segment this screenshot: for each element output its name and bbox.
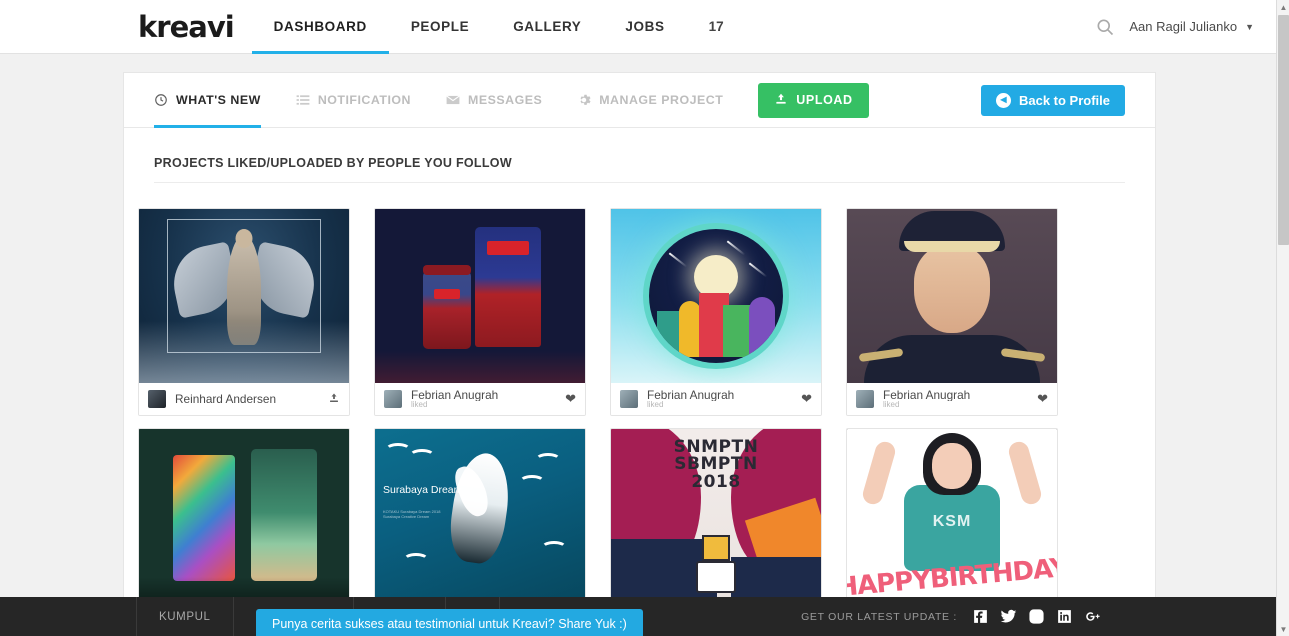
author-name[interactable]: Febrian Anugrah (411, 389, 556, 401)
footer-social-group: GET OUR LATEST UPDATE : (801, 597, 1276, 636)
project-card[interactable]: Surabaya Dream KOTAKU Surabaya Dream 201… (374, 428, 586, 600)
project-card[interactable]: Reinhard Andersen (138, 208, 350, 416)
latest-update-label: GET OUR LATEST UPDATE : (801, 610, 957, 623)
avatar[interactable] (856, 390, 874, 408)
project-thumbnail[interactable] (139, 429, 349, 599)
instagram-icon[interactable] (1028, 608, 1045, 625)
colorful-pouch-artwork (139, 429, 349, 599)
user-menu[interactable]: Aan Ragil Julianko ▼ (1129, 19, 1254, 34)
back-arrow-icon: ◀ (995, 92, 1011, 108)
page-title: PROJECTS LIKED/UPLOADED BY PEOPLE YOU FO… (154, 156, 1125, 183)
officer-portrait-artwork (847, 209, 1057, 383)
tab-label: WHAT'S NEW (176, 93, 261, 107)
clock-icon (154, 93, 168, 107)
nav-item-people[interactable]: PEOPLE (389, 1, 491, 54)
author-subtitle: liked (411, 400, 428, 409)
card-footer: Febrian Anugrah liked ❤ (611, 383, 821, 415)
top-navigation-bar: kreavi DASHBOARD PEOPLE GALLERY JOBS 17 … (0, 0, 1276, 54)
artwork-title: SNMPTN SBMPTN 2018 (673, 437, 759, 492)
avatar[interactable] (148, 390, 166, 408)
search-icon[interactable] (1095, 17, 1115, 37)
tab-notification[interactable]: NOTIFICATION (296, 73, 430, 128)
list-icon (296, 93, 310, 107)
nav-item-dashboard[interactable]: DASHBOARD (251, 1, 389, 54)
project-thumbnail[interactable] (847, 209, 1057, 383)
linkedin-icon[interactable] (1056, 608, 1073, 625)
page-body: WHAT'S NEW NOTIFICATION MESSAGES MANAGE … (0, 54, 1276, 636)
googleplus-icon[interactable] (1084, 608, 1101, 625)
project-thumbnail[interactable] (611, 209, 821, 383)
author-name[interactable]: Febrian Anugrah (647, 389, 792, 401)
envelope-icon (446, 93, 460, 107)
tab-whats-new[interactable]: WHAT'S NEW (154, 73, 280, 128)
project-card[interactable]: Febrian Anugrah liked ❤ (846, 208, 1058, 416)
back-to-profile-label: Back to Profile (1018, 92, 1110, 108)
project-card[interactable] (138, 428, 350, 600)
brand-logo[interactable]: kreavi (0, 0, 252, 53)
card-footer: Reinhard Andersen (139, 383, 349, 415)
feed-section: PROJECTS LIKED/UPLOADED BY PEOPLE YOU FO… (124, 128, 1155, 183)
author-name[interactable]: Febrian Anugrah (883, 389, 1028, 401)
surabaya-dream-artwork: Surabaya Dream KOTAKU Surabaya Dream 201… (375, 429, 585, 599)
nav-right-group: Aan Ragil Julianko ▼ (1095, 0, 1276, 53)
project-thumbnail[interactable]: Surabaya Dream KOTAKU Surabaya Dream 201… (375, 429, 585, 599)
main-nav: DASHBOARD PEOPLE GALLERY JOBS 17 (251, 0, 746, 54)
village-circle-artwork (611, 209, 821, 383)
upload-button[interactable]: UPLOAD (758, 82, 869, 118)
artwork-title: Surabaya Dream (383, 484, 463, 496)
loacker-packaging-artwork (375, 209, 585, 383)
author-name[interactable]: Reinhard Andersen (175, 393, 319, 405)
project-thumbnail[interactable]: KSM HAPPYBIRTHDAY (847, 429, 1057, 599)
scrollbar-thumb[interactable] (1278, 15, 1289, 245)
twitter-icon[interactable] (1000, 608, 1017, 625)
nav-item-jobs[interactable]: JOBS (603, 1, 686, 54)
nav-item-count[interactable]: 17 (687, 1, 746, 54)
author-subtitle: liked (883, 400, 900, 409)
card-footer: Febrian Anugrah liked ❤ (847, 383, 1057, 415)
vertical-scrollbar[interactable]: ▲ ▼ (1276, 0, 1289, 636)
project-grid: Reinhard Andersen Febrian Anugrah liked … (124, 183, 1155, 600)
dashboard-tabbar: WHAT'S NEW NOTIFICATION MESSAGES MANAGE … (124, 73, 1155, 128)
snmptn-poster-artwork: SNMPTN SBMPTN 2018 (611, 429, 821, 599)
back-to-profile-button[interactable]: ◀ Back to Profile (980, 84, 1125, 116)
upload-label: UPLOAD (796, 93, 853, 107)
chevron-down-icon: ▼ (1245, 21, 1254, 32)
upload-icon (774, 92, 788, 109)
project-card[interactable]: KSM HAPPYBIRTHDAY (846, 428, 1058, 600)
artwork-tee-text: KSM (932, 513, 972, 530)
project-thumbnail[interactable]: SNMPTN SBMPTN 2018 (611, 429, 821, 599)
facebook-icon[interactable] (972, 608, 989, 625)
heart-icon[interactable]: ❤ (565, 391, 576, 407)
project-card[interactable]: Febrian Anugrah liked ❤ (610, 208, 822, 416)
project-thumbnail[interactable] (139, 209, 349, 383)
upload-icon[interactable] (328, 392, 340, 407)
testimonial-tooltip[interactable]: Punya cerita sukses atau testimonial unt… (256, 609, 643, 636)
gear-icon (577, 93, 591, 107)
avatar[interactable] (384, 390, 402, 408)
scroll-up-icon[interactable]: ▲ (1277, 0, 1289, 14)
nav-item-gallery[interactable]: GALLERY (491, 1, 603, 54)
project-thumbnail[interactable] (375, 209, 585, 383)
happy-birthday-artwork: KSM HAPPYBIRTHDAY (847, 429, 1057, 599)
heart-icon[interactable]: ❤ (801, 391, 812, 407)
artwork-subtitle: KOTAKU Surabaya Dream 2018 Surabaya Crea… (383, 509, 441, 519)
project-card[interactable]: SNMPTN SBMPTN 2018 (610, 428, 822, 600)
project-card[interactable]: Febrian Anugrah liked ❤ (374, 208, 586, 416)
scroll-down-icon[interactable]: ▼ (1277, 622, 1289, 636)
author-subtitle: liked (647, 400, 664, 409)
angel-artwork (139, 209, 349, 383)
footer-link-kumpul[interactable]: KUMPUL (136, 597, 233, 636)
tab-label: MANAGE PROJECT (599, 93, 724, 107)
browser-viewport: kreavi DASHBOARD PEOPLE GALLERY JOBS 17 … (0, 0, 1289, 636)
heart-icon[interactable]: ❤ (1037, 391, 1048, 407)
tab-label: NOTIFICATION (317, 93, 411, 107)
avatar[interactable] (620, 390, 638, 408)
tab-label: MESSAGES (468, 93, 543, 107)
tab-messages[interactable]: MESSAGES (446, 73, 561, 128)
dashboard-panel: WHAT'S NEW NOTIFICATION MESSAGES MANAGE … (123, 72, 1156, 632)
card-footer: Febrian Anugrah liked ❤ (375, 383, 585, 415)
user-name: Aan Ragil Julianko (1129, 19, 1238, 34)
tab-manage-project[interactable]: MANAGE PROJECT (577, 73, 742, 128)
